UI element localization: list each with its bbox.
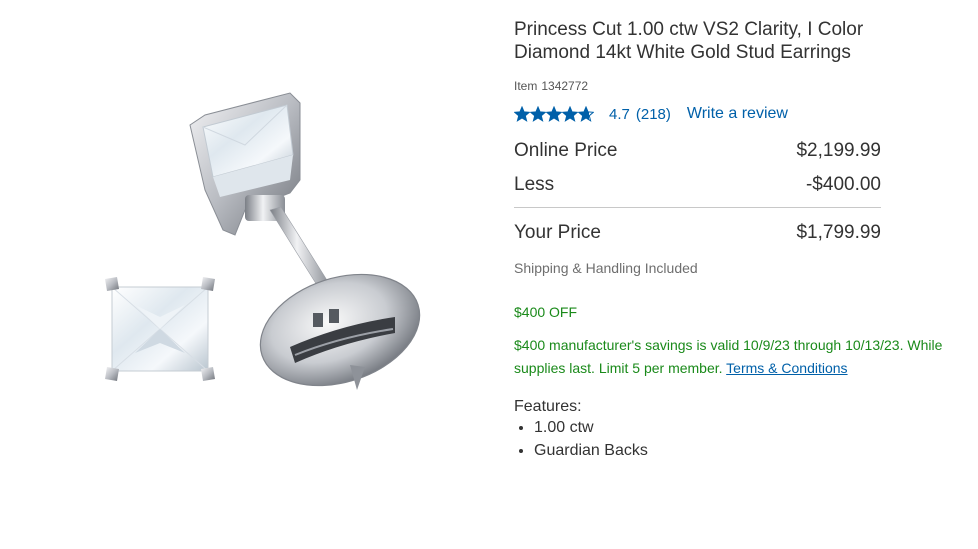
discount-value: -$400.00 [805, 174, 881, 195]
diamond-stud-earrings-image [105, 92, 421, 390]
discount-row: Less -$400.00 [514, 174, 881, 196]
product-page: Princess Cut 1.00 ctw VS2 Clarity, I Col… [0, 0, 978, 549]
offer-title: $400 OFF [514, 304, 578, 320]
star-icon [578, 106, 594, 122]
front-stud [105, 277, 215, 381]
star-icon [562, 106, 578, 122]
product-details: Princess Cut 1.00 ctw VS2 Clarity, I Col… [514, 18, 954, 462]
product-title: Princess Cut 1.00 ctw VS2 Clarity, I Col… [514, 19, 864, 63]
features-list: 1.00 ctw Guardian Backs [514, 416, 954, 462]
online-price-label: Online Price [514, 140, 618, 161]
online-price-value: $2,199.99 [796, 140, 881, 161]
star-icon [514, 106, 530, 122]
item-number: 1342772 [541, 79, 589, 93]
star-rating[interactable] [514, 106, 594, 122]
shipping-note: Shipping & Handling Included [514, 260, 698, 276]
features-label: Features: [514, 398, 582, 415]
item-number-row: Item 1342772 [514, 79, 954, 93]
write-review-link[interactable]: Write a review [687, 105, 788, 123]
item-label: Item [514, 79, 538, 93]
rating-value[interactable]: 4.7 [609, 106, 630, 123]
price-block: Online Price $2,199.99 Less -$400.00 You… [514, 140, 881, 244]
terms-conditions-link[interactable]: Terms & Conditions [726, 360, 847, 376]
discount-label: Less [514, 174, 555, 195]
your-price-value: $1,799.99 [796, 222, 881, 243]
your-price-label: Your Price [514, 222, 601, 243]
star-icon [546, 106, 562, 122]
your-price-row: Your Price $1,799.99 [514, 222, 881, 244]
price-divider [514, 207, 881, 208]
online-price-row: Online Price $2,199.99 [514, 140, 881, 162]
side-stud [189, 92, 421, 390]
offer-text-block: $400 manufacturer's savings is valid 10/… [514, 334, 954, 380]
review-count[interactable]: (218) [636, 106, 671, 123]
star-icon [530, 106, 546, 122]
product-image[interactable] [95, 85, 425, 395]
feature-item: 1.00 ctw [534, 416, 954, 439]
feature-item: Guardian Backs [534, 439, 954, 462]
rating-row: 4.7 (218) Write a review [514, 104, 954, 124]
